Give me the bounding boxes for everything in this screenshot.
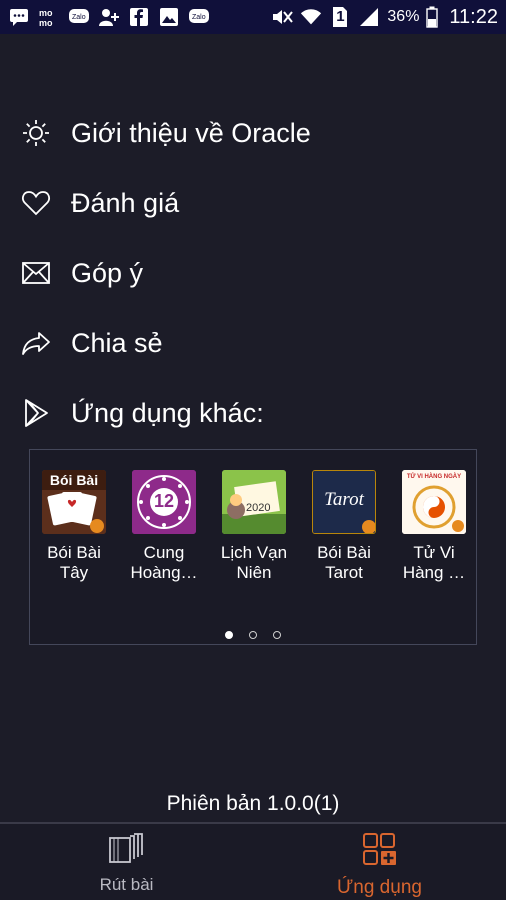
menu-item-label: Góp ý (71, 257, 144, 288)
menu-item-share[interactable]: Chia sẻ (0, 308, 506, 378)
play-store-icon (20, 397, 52, 429)
cards-icon (107, 832, 147, 869)
signal-icon (358, 7, 380, 27)
zalo-icon: Zalo (188, 7, 210, 27)
version-label: Phiên bản 1.0.0(1) (166, 792, 340, 815)
tu-vi-hang-ngay-icon: TỬ VI HÀNG NGÀY (402, 470, 466, 534)
page-indicator (30, 631, 476, 639)
cung-hoang-dao-icon: 12 (132, 470, 196, 534)
other-apps-carousel[interactable]: Bói Bài Bói Bài Tây 12 Cung Hoàng… 2020 … (29, 449, 477, 645)
messages-icon (8, 7, 30, 27)
app-label: Lịch Vạn Niên (220, 543, 288, 582)
heart-icon (20, 187, 52, 219)
apps-grid-icon (362, 832, 398, 871)
svg-text:Zalo: Zalo (72, 14, 86, 21)
menu-item-label: Chia sẻ (71, 327, 163, 358)
lich-van-nien-icon: 2020 (222, 470, 286, 534)
app-label: Cung Hoàng… (130, 543, 198, 582)
app-card-boi-bai-tarot[interactable]: Tarot Bói Bài Tarot (299, 470, 389, 583)
zalo-icon: Zalo (68, 7, 90, 27)
mail-icon (20, 257, 52, 289)
add-contact-icon (98, 7, 120, 27)
status-bar: mo mo Zalo Zalo 1 36% 11:22 (0, 0, 506, 34)
bottom-navigation: Rút bài Ứng dụng (0, 822, 506, 900)
boi-bai-tay-icon: Bói Bài (42, 470, 106, 534)
tab-ung-dung[interactable]: Ứng dụng (253, 824, 506, 900)
page-dot[interactable] (249, 631, 257, 639)
battery-icon (426, 6, 439, 28)
app-card-tu-vi-hang-ngay[interactable]: TỬ VI HÀNG NGÀY Tử Vi Hàng … (389, 470, 479, 583)
mute-icon (271, 7, 294, 27)
sun-icon (20, 117, 52, 149)
clock: 11:22 (449, 5, 498, 28)
app-label: Bói Bài Tây (47, 543, 101, 582)
sim-icon: 1 (329, 7, 351, 27)
wifi-icon (300, 7, 322, 27)
page-dot-active[interactable] (225, 631, 233, 639)
menu-item-feedback[interactable]: Góp ý (0, 238, 506, 308)
app-card-lich-van-nien[interactable]: 2020 Lịch Vạn Niên (209, 470, 299, 583)
boi-bai-tarot-icon: Tarot (312, 470, 376, 534)
menu-item-label: Ứng dụng khác: (71, 397, 264, 428)
menu-item-rate[interactable]: Đánh giá (0, 168, 506, 238)
app-label: Bói Bài Tarot (317, 543, 371, 582)
gallery-icon (158, 7, 180, 27)
app-card-boi-bai-tay[interactable]: Bói Bài Bói Bài Tây (29, 470, 119, 583)
menu-item-label: Đánh giá (71, 187, 180, 218)
facebook-icon (128, 7, 150, 27)
menu-item-label: Giới thiệu về Oracle (71, 117, 311, 148)
app-label: Tử Vi Hàng … (402, 543, 466, 582)
momo-icon: mo mo (38, 7, 60, 27)
tab-label: Rút bài (99, 875, 154, 894)
svg-text:mo: mo (39, 8, 53, 18)
share-icon (20, 327, 52, 359)
svg-text:Zalo: Zalo (192, 14, 206, 21)
page-dot[interactable] (273, 631, 281, 639)
menu-item-other-apps: Ứng dụng khác: (0, 378, 506, 448)
settings-menu: Giới thiệu về Oracle Đánh giá Góp ý Chia… (0, 98, 506, 448)
svg-text:mo: mo (39, 18, 53, 27)
app-card-cung-hoang-dao[interactable]: 12 Cung Hoàng… (119, 470, 209, 583)
tab-label: Ứng dụng (337, 877, 422, 898)
battery-percent: 36% (387, 8, 420, 25)
menu-item-about[interactable]: Giới thiệu về Oracle (0, 98, 506, 168)
tab-rut-bai[interactable]: Rút bài (0, 824, 253, 900)
